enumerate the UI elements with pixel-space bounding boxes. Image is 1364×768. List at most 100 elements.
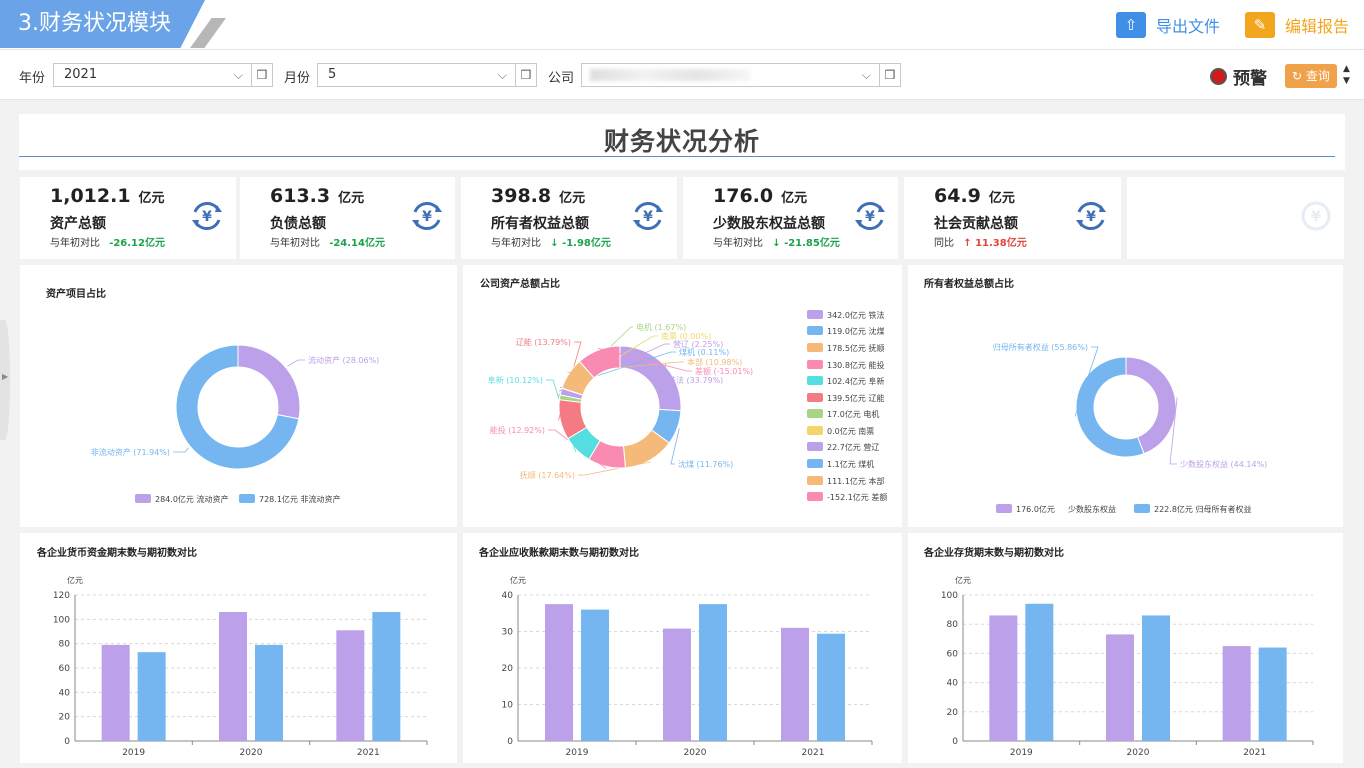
bar[interactable]: [101, 644, 130, 741]
module-tab-shadow: [190, 18, 226, 48]
chart-title: 公司资产总额占比: [480, 279, 560, 290]
svg-text:¥: ¥: [1086, 209, 1096, 225]
bar[interactable]: [1025, 603, 1054, 741]
bar[interactable]: [219, 612, 247, 741]
bar[interactable]: [255, 644, 283, 741]
legend-label: 139.5亿元 辽能: [827, 393, 884, 403]
pie-slice-label: 归母所有者权益 (55.86%): [993, 342, 1088, 352]
legend-label: 0.0亿元 南票: [827, 426, 874, 436]
year-clear-button[interactable]: ❒: [251, 63, 273, 87]
legend-label: 17.0亿元 电机: [827, 409, 879, 419]
x-tick-label: 2019: [1010, 748, 1033, 758]
y-tick-label: 100: [53, 615, 70, 625]
bar[interactable]: [699, 604, 727, 741]
bar[interactable]: [336, 630, 365, 741]
company-select[interactable]: ⌵: [581, 63, 880, 87]
edit-report-button[interactable]: ✎ 编辑报告: [1245, 10, 1349, 40]
inventory-panel: 各企业存货期末数与期初数对比 亿元 0 20 40 60 80 100 2019 2020 202…: [908, 533, 1343, 763]
kpi-name: 少数股东权益总额: [713, 216, 825, 232]
legend-swatch: [807, 393, 823, 402]
year-select[interactable]: 2021 ⌵: [53, 63, 252, 87]
kpi-name: 负债总额: [270, 216, 326, 232]
chevron-right-icon: ▶: [2, 372, 9, 381]
y-tick-label: 20: [947, 708, 959, 718]
upload-folder-icon: ⇧: [1116, 12, 1146, 38]
warning-indicator[interactable]: 预警: [1210, 64, 1267, 89]
bar[interactable]: [989, 615, 1018, 741]
bar[interactable]: [1258, 647, 1287, 741]
legend-label: 222.8亿元 归母所有者权益: [1154, 504, 1251, 514]
inventory-bar-chart: 亿元 0 20 40 60 80 100 2019 2020 2021: [941, 575, 1314, 758]
scroll-arrows[interactable]: ▲ ▼: [1343, 63, 1350, 87]
kpi-value: 64.9 亿元: [934, 185, 1015, 207]
legend-swatch: [807, 409, 823, 418]
pie-slice-label: 非流动资产 (71.94%): [91, 447, 170, 457]
month-clear-button[interactable]: ❒: [515, 63, 537, 87]
y-tick-label: 0: [64, 737, 70, 747]
y-axis-unit: 亿元: [955, 575, 971, 585]
page-title: 财务状况分析: [603, 127, 760, 156]
query-button[interactable]: ↻ 查询: [1285, 64, 1337, 88]
bar[interactable]: [1106, 634, 1134, 741]
eraser-icon: ❒: [520, 68, 532, 82]
svg-text:¥: ¥: [643, 209, 653, 225]
legend-label: 176.0亿元: [1016, 504, 1055, 514]
side-collapse-handle[interactable]: ▶: [0, 320, 10, 440]
chart-title: 各企业应收账款期末数与期初数对比: [479, 548, 639, 559]
x-tick-label: 2021: [802, 748, 825, 758]
kpi-compare: 与年初对比 ↓ -1.98亿元: [491, 238, 611, 249]
refresh-icon: ↻: [1292, 69, 1306, 83]
chevron-down-icon: ⌵: [497, 68, 507, 82]
kpi-card: 1,012.1 亿元 资产总额 与年初对比 -26.12亿元 ¥: [20, 177, 236, 259]
kpi-change: ↓ -21.85亿元: [772, 238, 840, 249]
bar[interactable]: [1142, 615, 1170, 741]
legend-swatch: [807, 426, 823, 435]
legend-label: 111.1亿元 本部: [827, 476, 884, 486]
pie-slice-label: 流动资产 (28.06%): [308, 355, 379, 365]
bar[interactable]: [663, 628, 691, 741]
equity-pie-chart: 少数股东权益 (44.14%) 归母所有者权益 (55.86%) 176.0亿元 少数…: [993, 342, 1268, 514]
kpi-unit: 亿元: [338, 191, 365, 206]
kpi-value: 1,012.1 亿元: [50, 185, 165, 207]
bar[interactable]: [1222, 646, 1251, 741]
y-tick-label: 60: [947, 649, 959, 659]
bar[interactable]: [137, 652, 166, 741]
pie-leader-line: [173, 447, 189, 453]
y-tick-label: 20: [59, 713, 71, 723]
pie-slice-label: 辽能 (13.79%): [516, 337, 571, 347]
legend-swatch: [239, 494, 255, 503]
legend-label: 728.1亿元 非流动资产: [259, 494, 340, 504]
export-label: 导出文件: [1156, 17, 1221, 36]
x-tick-label: 2019: [122, 748, 145, 758]
legend-label: 22.7亿元 营辽: [827, 442, 879, 452]
pie-slice-label: 本部 (10.98%): [687, 357, 742, 367]
kpi-change: ↓ -1.98亿元: [550, 238, 611, 249]
svg-text:¥: ¥: [865, 209, 875, 225]
chevron-down-icon: ⌵: [233, 68, 243, 82]
chart-title: 资产项目占比: [46, 289, 106, 300]
legend-label: 130.8亿元 能投: [827, 360, 884, 370]
bar[interactable]: [581, 609, 609, 741]
month-value: 5: [328, 67, 337, 82]
bar[interactable]: [817, 633, 845, 741]
chart-title: 各企业货币资金期末数与期初数对比: [37, 548, 197, 559]
export-button[interactable]: ⇧ 导出文件: [1116, 10, 1220, 40]
x-tick-label: 2020: [1127, 748, 1150, 758]
legend-swatch: [135, 494, 151, 503]
filter-bar: 年份 2021 ⌵ ❒ 月份 5 ⌵ ❒ 公司 ⌵ ❒ 预警 ↻ 查询 ▲ ▼: [0, 50, 1364, 100]
month-select[interactable]: 5 ⌵: [317, 63, 516, 87]
bar[interactable]: [781, 627, 809, 741]
pie-slice[interactable]: [237, 344, 301, 420]
svg-text:¥: ¥: [1311, 209, 1321, 225]
legend-swatch: [807, 492, 823, 501]
kpi-name: 所有者权益总额: [491, 216, 589, 232]
bar[interactable]: [372, 612, 401, 741]
bar[interactable]: [545, 604, 573, 741]
kpi-unit: 亿元: [781, 191, 808, 206]
svg-text:¥: ¥: [202, 209, 212, 225]
yuan-cycle-icon: ¥: [1076, 201, 1106, 231]
pie-slice-label: 铁法 (33.79%): [668, 375, 723, 385]
company-assets-pie-chart: 铁法 (33.79%) 沈煤 (11.76%) 抚顺 (17.64%) 能投 (12.…: [488, 310, 887, 502]
company-clear-button[interactable]: ❒: [879, 63, 901, 87]
kpi-unit: 亿元: [988, 191, 1015, 206]
